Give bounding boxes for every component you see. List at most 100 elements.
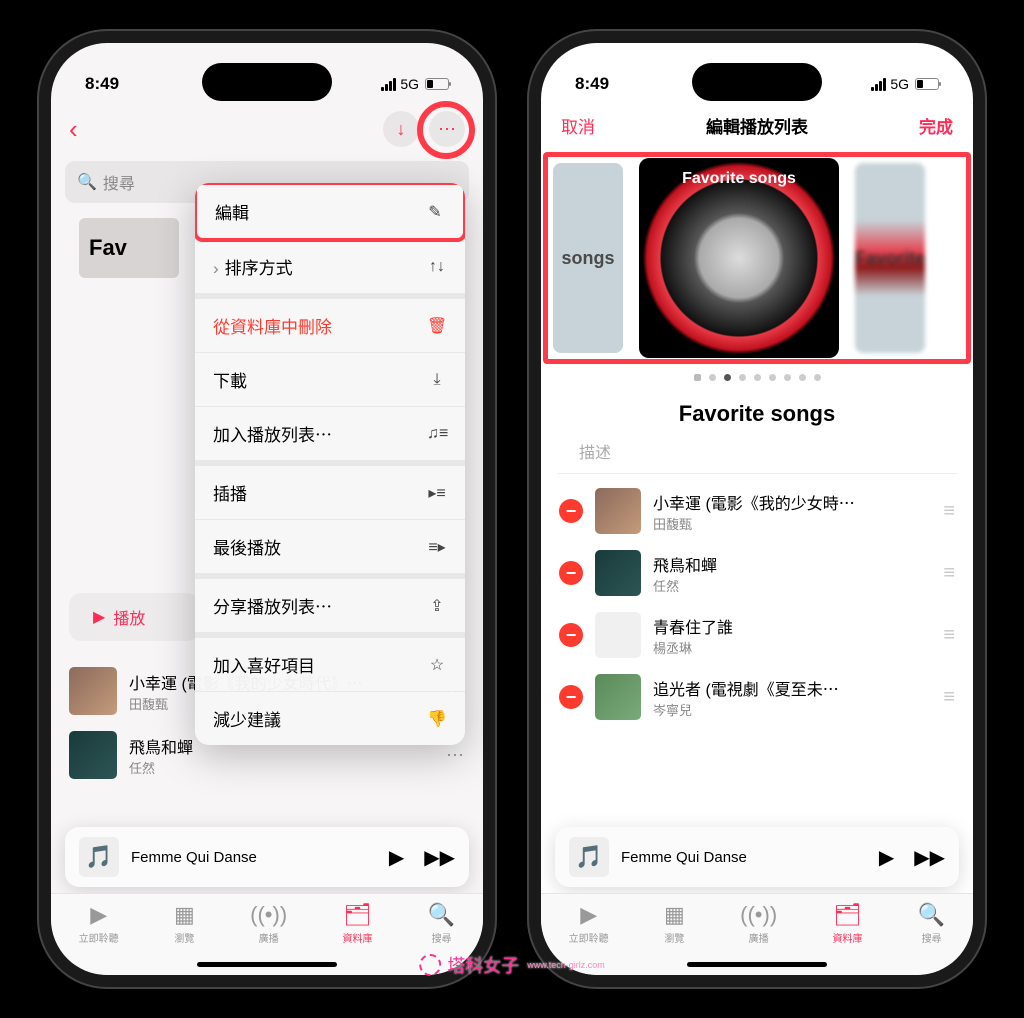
- song-art: [595, 550, 641, 596]
- cover-option-next[interactable]: Favorite: [855, 163, 925, 353]
- star-icon: ☆: [427, 655, 447, 675]
- tab-library[interactable]: 🗂資料庫: [833, 902, 863, 975]
- cover-carousel[interactable]: songs Favorite songs Favorite: [549, 158, 965, 358]
- song-art: [595, 612, 641, 658]
- remove-button[interactable]: −: [559, 623, 583, 647]
- browse-icon: ▦: [664, 902, 685, 928]
- browse-icon: ▦: [174, 902, 195, 928]
- status-time: 8:49: [85, 74, 119, 94]
- watermark: 塔科女子 www.tech-girlz.com: [419, 952, 605, 978]
- search-placeholder: 搜尋: [103, 170, 135, 194]
- drag-handle-icon[interactable]: ≡: [943, 624, 955, 647]
- menu-share[interactable]: 分享播放列表⋯ ⇪: [195, 579, 465, 638]
- song-art: [69, 667, 117, 715]
- phone-right: 8:49 5G 取消 編輯播放列表 完成 songs Favorite song…: [527, 29, 987, 989]
- battery-icon: [425, 78, 449, 90]
- song-artist: 岑寧兒: [653, 700, 931, 719]
- mini-player-title: Femme Qui Danse: [621, 849, 867, 866]
- menu-favorite[interactable]: 加入喜好項目 ☆: [195, 638, 465, 692]
- done-button[interactable]: 完成: [919, 113, 953, 138]
- menu-suggest-less[interactable]: 減少建議 👎: [195, 692, 465, 745]
- playlist-add-icon: ♫≡: [427, 425, 447, 443]
- forward-icon[interactable]: ▶▶: [914, 845, 945, 870]
- tab-browse[interactable]: ▦瀏覽: [664, 902, 685, 975]
- menu-play-next[interactable]: 插播 ▸≡: [195, 466, 465, 520]
- menu-delete[interactable]: 從資料庫中刪除 🗑: [195, 299, 465, 353]
- share-icon: ⇪: [427, 596, 447, 616]
- dynamic-island: [202, 63, 332, 101]
- trash-icon: 🗑: [427, 316, 447, 336]
- remove-button[interactable]: −: [559, 561, 583, 585]
- home-indicator[interactable]: [197, 962, 337, 967]
- menu-add-playlist[interactable]: 加入播放列表⋯ ♫≡: [195, 407, 465, 466]
- battery-icon: [915, 78, 939, 90]
- drag-handle-icon[interactable]: ≡: [943, 686, 955, 709]
- play-icon: ▶: [93, 607, 105, 627]
- play-icon[interactable]: ▶: [389, 845, 404, 870]
- play-icon[interactable]: ▶: [879, 845, 894, 870]
- sort-icon: ↑↓: [427, 258, 447, 276]
- tab-listen[interactable]: ▶立即聆聽: [79, 902, 119, 975]
- song-title: 飛鳥和蟬: [653, 552, 931, 576]
- tab-browse[interactable]: ▦瀏覽: [174, 902, 195, 975]
- play-button[interactable]: ▶ 播放: [69, 593, 199, 641]
- mini-player-art: 🎵: [79, 837, 119, 877]
- signal-icon: [381, 78, 396, 91]
- page-dots[interactable]: [541, 374, 973, 381]
- listen-icon: ▶: [580, 902, 597, 928]
- library-icon: 🗂: [834, 902, 862, 928]
- play-last-icon: ≡▸: [427, 537, 447, 557]
- album-art-peek: Fav: [79, 218, 179, 278]
- tab-search[interactable]: 🔍搜尋: [918, 902, 945, 975]
- song-title: 青春住了誰: [653, 614, 931, 638]
- watermark-icon: [419, 954, 441, 976]
- sort-button[interactable]: ↓: [383, 111, 419, 147]
- menu-sort[interactable]: ›排序方式 ↑↓: [195, 240, 465, 299]
- home-indicator[interactable]: [687, 962, 827, 967]
- song-artist: 楊丞琳: [653, 638, 931, 657]
- forward-icon[interactable]: ▶▶: [424, 845, 455, 870]
- song-more-button[interactable]: ⋯: [446, 745, 465, 766]
- remove-button[interactable]: −: [559, 685, 583, 709]
- search-icon: 🔍: [77, 172, 97, 192]
- cover-option-prev[interactable]: songs: [553, 163, 623, 353]
- mini-player-title: Femme Qui Danse: [131, 849, 377, 866]
- menu-play-last[interactable]: 最後播放 ≡▸: [195, 520, 465, 579]
- mini-player[interactable]: 🎵 Femme Qui Danse ▶ ▶▶: [65, 827, 469, 887]
- remove-button[interactable]: −: [559, 499, 583, 523]
- drag-handle-icon[interactable]: ≡: [943, 562, 955, 585]
- search-icon: 🔍: [428, 902, 455, 928]
- menu-download[interactable]: 下載 ⤓: [195, 353, 465, 407]
- listen-icon: ▶: [90, 902, 107, 928]
- song-art: [595, 674, 641, 720]
- status-time: 8:49: [575, 74, 609, 94]
- network-label: 5G: [400, 76, 419, 92]
- annotation-circle: [417, 101, 475, 159]
- edit-song-row[interactable]: − 青春住了誰楊丞琳 ≡: [541, 604, 973, 666]
- cancel-button[interactable]: 取消: [561, 113, 595, 138]
- thumbs-down-icon: 👎: [427, 709, 447, 729]
- mini-player-art: 🎵: [569, 837, 609, 877]
- song-title: 小幸運 (電影《我的少女時⋯: [653, 490, 931, 514]
- playlist-name-input[interactable]: Favorite songs: [541, 401, 973, 427]
- song-art: [69, 731, 117, 779]
- dynamic-island: [692, 63, 822, 101]
- edit-song-row[interactable]: − 追光者 (電視劇《夏至未⋯岑寧兒 ≡: [541, 666, 973, 728]
- context-menu: 編輯 ✎ ›排序方式 ↑↓ 從資料庫中刪除 🗑 下載 ⤓ 加入播放列表⋯ ♫≡ …: [195, 183, 465, 745]
- description-field[interactable]: 描述: [557, 433, 957, 474]
- radio-icon: ((•)): [740, 902, 777, 928]
- menu-edit[interactable]: 編輯 ✎: [195, 183, 465, 242]
- song-artist: 任然: [129, 758, 434, 777]
- drag-handle-icon[interactable]: ≡: [943, 500, 955, 523]
- song-artist: 田馥甄: [653, 514, 931, 533]
- tab-library[interactable]: 🗂資料庫: [343, 902, 373, 975]
- mini-player[interactable]: 🎵 Femme Qui Danse ▶ ▶▶: [555, 827, 959, 887]
- song-art: [595, 488, 641, 534]
- network-label: 5G: [890, 76, 909, 92]
- back-button[interactable]: ‹: [69, 114, 78, 145]
- cover-option-selected[interactable]: Favorite songs: [639, 158, 839, 358]
- edit-song-row[interactable]: − 飛鳥和蟬任然 ≡: [541, 542, 973, 604]
- edit-song-row[interactable]: − 小幸運 (電影《我的少女時⋯田馥甄 ≡: [541, 480, 973, 542]
- play-next-icon: ▸≡: [427, 483, 447, 503]
- radio-icon: ((•)): [250, 902, 287, 928]
